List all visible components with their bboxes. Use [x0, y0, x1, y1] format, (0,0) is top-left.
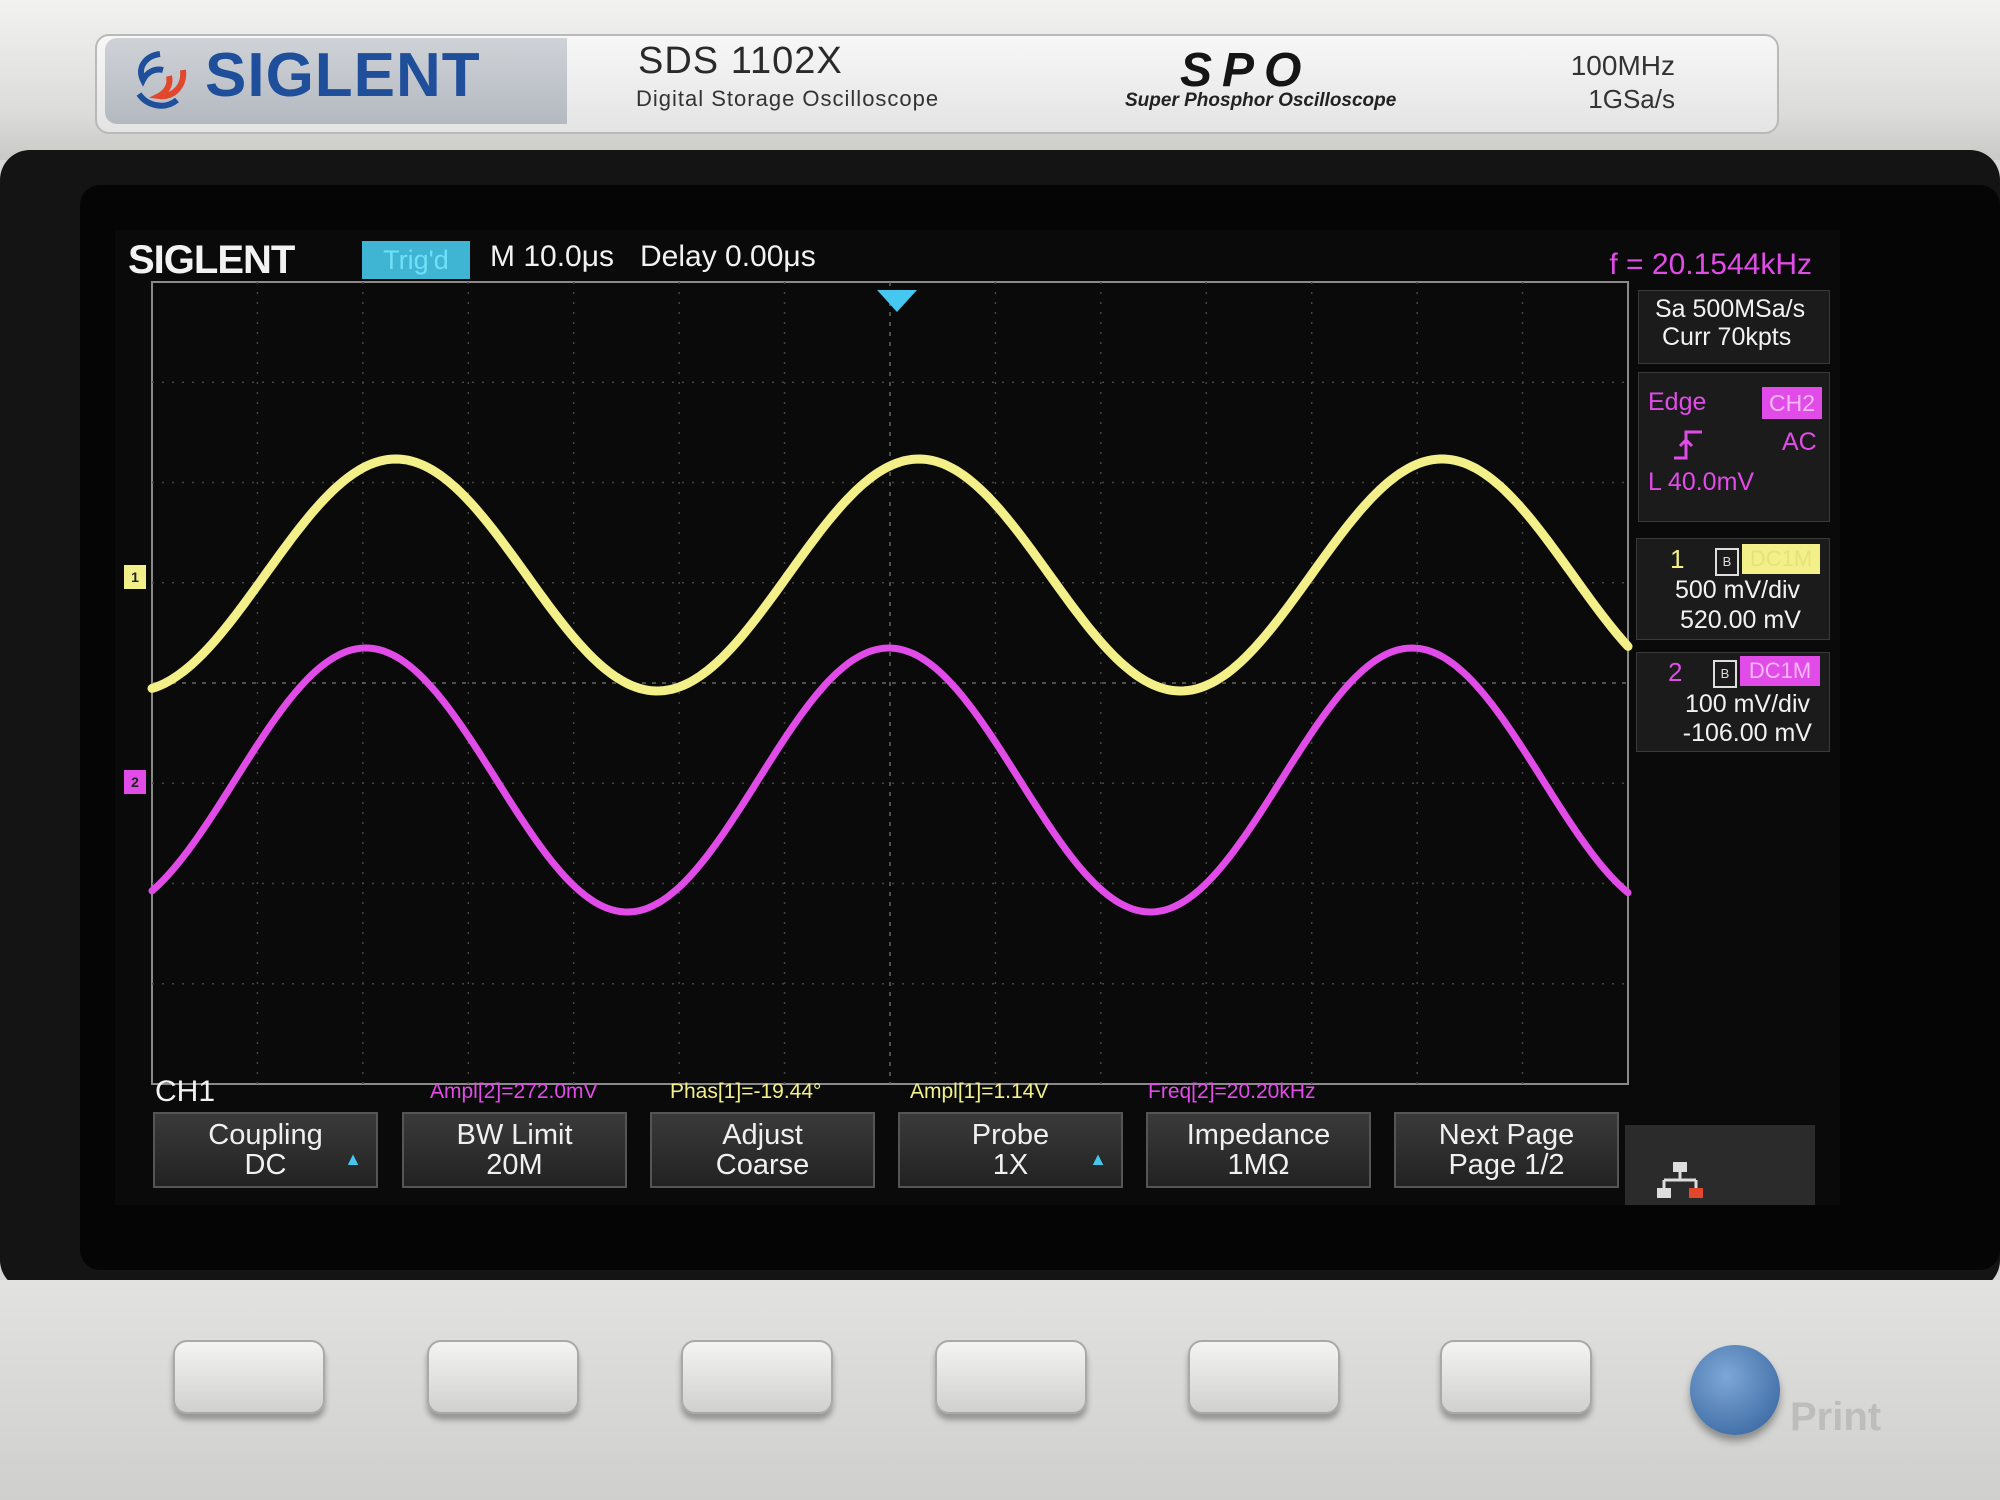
spo-description: Super Phosphor Oscilloscope — [1125, 90, 1397, 111]
ch1-scale: 500 mV/div — [1675, 576, 1801, 604]
softkey-button-6[interactable] — [1440, 1340, 1592, 1414]
trigger-source-badge: CH2 — [1762, 387, 1822, 419]
siglent-swirl-icon — [136, 51, 187, 109]
trigger-type-label: Edge — [1648, 388, 1707, 416]
softkey-impedance[interactable]: Impedance 1MΩ — [1146, 1112, 1371, 1188]
softkey-button-5[interactable] — [1188, 1340, 1340, 1414]
ch1-offset: 520.00 mV — [1680, 606, 1801, 634]
spo-logo-icon: SPO — [1180, 46, 1311, 92]
softkey-button-4[interactable] — [935, 1340, 1087, 1414]
softkey-adjust-title: Adjust — [722, 1119, 803, 1151]
ch2-number: 2 — [1668, 657, 1683, 687]
softkey-next-page-value: Page 1/2 — [1448, 1149, 1565, 1181]
model-description: Digital Storage Oscilloscope — [636, 86, 940, 111]
rising-edge-icon — [1674, 430, 1702, 460]
delay-readout[interactable]: Delay 0.00μs — [640, 240, 816, 274]
ch1-number: 1 — [1670, 544, 1685, 574]
measurement-ampl-ch2: Ampl[2]=272.0mV — [430, 1080, 598, 1103]
softkey-probe[interactable]: Probe 1X ▲ — [898, 1112, 1123, 1188]
softkey-impedance-title: Impedance — [1186, 1119, 1331, 1151]
softkey-next-page[interactable]: Next Page Page 1/2 — [1394, 1112, 1619, 1188]
softkey-coupling[interactable]: Coupling DC ▲ — [153, 1112, 378, 1188]
measurement-freq-ch2: Freq[2]=20.20kHz — [1148, 1080, 1316, 1103]
trigger-coupling: AC — [1782, 428, 1817, 456]
memory-depth-readout: Curr 70kpts — [1662, 323, 1792, 351]
softkey-probe-title: Probe — [971, 1119, 1050, 1151]
ch2-scale: 100 mV/div — [1684, 690, 1810, 718]
softkey-next-page-title: Next Page — [1438, 1119, 1575, 1151]
ch2-bw-icon: B — [1713, 660, 1737, 688]
measurement-phase-ch1: Phas[1]=-19.44° — [670, 1080, 822, 1103]
measurement-ampl-ch1: Ampl[1]=1.14V — [910, 1080, 1049, 1103]
softkey-button-1[interactable] — [173, 1340, 325, 1414]
softkey-probe-value: 1X — [992, 1149, 1029, 1181]
ch1-bw-icon: B — [1715, 548, 1739, 576]
ch2-coupling-badge: DC1M — [1740, 656, 1820, 686]
softkey-bw-limit[interactable]: BW Limit 20M — [402, 1112, 627, 1188]
cycle-arrow-icon: ▲ — [344, 1149, 362, 1169]
timebase-readout[interactable]: M 10.0μs — [490, 240, 614, 274]
softkey-coupling-title: Coupling — [208, 1119, 323, 1151]
print-label: Print — [1790, 1395, 1882, 1439]
sample-rate-spec: 1GSa/s — [1588, 84, 1675, 114]
screen-logo: SIGLENT — [128, 238, 295, 282]
frequency-counter: f = 20.1544kHz — [1609, 248, 1812, 281]
softkey-impedance-value: 1MΩ — [1227, 1149, 1290, 1181]
menu-off-knob[interactable] — [1690, 1345, 1780, 1435]
softkey-bw-limit-title: BW Limit — [456, 1119, 573, 1151]
softkey-button-2[interactable] — [427, 1340, 579, 1414]
cycle-arrow-icon: ▲ — [1089, 1149, 1107, 1169]
sample-rate-readout: Sa 500MSa/s — [1655, 295, 1806, 323]
brand-logo-text: SIGLENT — [205, 41, 481, 110]
trigger-level: L 40.0mV — [1648, 468, 1755, 496]
network-icon — [1657, 1162, 1703, 1198]
status-corner — [1625, 1125, 1815, 1205]
ch1-offset-marker[interactable]: 1 — [124, 565, 146, 589]
trigger-position-marker-icon[interactable] — [877, 290, 917, 312]
softkey-button-3[interactable] — [681, 1340, 833, 1414]
bandwidth-spec: 100MHz — [1570, 50, 1675, 81]
ch2-offset: -106.00 mV — [1682, 719, 1812, 747]
trigger-status-badge: Trig'd — [362, 241, 470, 279]
softkey-adjust[interactable]: Adjust Coarse — [650, 1112, 875, 1188]
softkey-adjust-value: Coarse — [715, 1149, 810, 1181]
model-name: SDS 1102X — [638, 40, 843, 82]
ch2-offset-marker[interactable]: 2 — [124, 770, 146, 794]
ch1-coupling-badge: DC1M — [1742, 544, 1820, 574]
softkey-coupling-value: DC — [244, 1149, 287, 1181]
softkey-bw-limit-value: 20M — [486, 1149, 543, 1181]
svg-text:SPO: SPO — [1180, 46, 1311, 92]
menu-channel-label: CH1 — [155, 1075, 216, 1108]
lcd-display — [115, 230, 1840, 1205]
